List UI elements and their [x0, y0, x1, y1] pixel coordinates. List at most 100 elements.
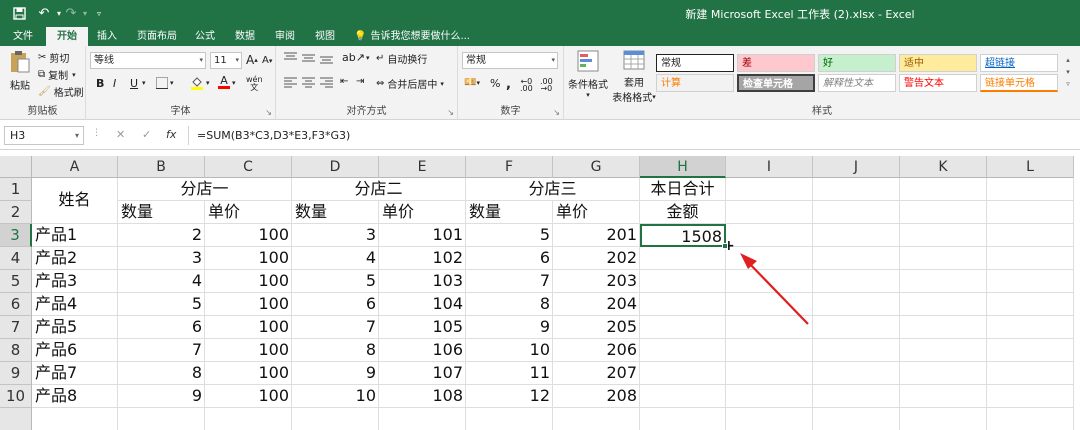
data-cell-h[interactable]: [640, 247, 726, 270]
cell[interactable]: [900, 362, 987, 385]
data-cell-e[interactable]: 101: [379, 224, 466, 247]
cell[interactable]: [640, 408, 726, 430]
tab-page-layout[interactable]: 页面布局: [132, 27, 182, 46]
tab-file[interactable]: 文件: [4, 27, 42, 46]
wrap-text-button[interactable]: ↵ 自动换行: [376, 51, 427, 66]
data-cell-f[interactable]: 12: [466, 385, 553, 408]
data-cell-e[interactable]: 103: [379, 270, 466, 293]
cell[interactable]: [553, 408, 640, 430]
data-cell-b[interactable]: 9: [118, 385, 205, 408]
data-cell-e[interactable]: 104: [379, 293, 466, 316]
column-header-e[interactable]: E: [379, 156, 466, 178]
data-cell-d[interactable]: 8: [292, 339, 379, 362]
tab-formulas[interactable]: 公式: [190, 27, 220, 46]
data-cell-g[interactable]: 208: [553, 385, 640, 408]
cell-style-8[interactable]: 警告文本: [899, 74, 977, 92]
cell[interactable]: [118, 408, 205, 430]
data-cell-d[interactable]: 5: [292, 270, 379, 293]
underline-button[interactable]: U: [130, 77, 138, 90]
data-cell-d[interactable]: 10: [292, 385, 379, 408]
data-cell-f[interactable]: 6: [466, 247, 553, 270]
customize-icon[interactable]: ▿: [90, 4, 108, 22]
data-cell-e[interactable]: 106: [379, 339, 466, 362]
data-cell-f[interactable]: 8: [466, 293, 553, 316]
header-store3-cell[interactable]: 分店三: [466, 178, 640, 201]
formula-input[interactable]: =SUM(B3*C3,D3*E3,F3*G3): [188, 126, 1076, 145]
product-name-cell[interactable]: 产品7: [32, 362, 118, 385]
cell-style-6[interactable]: 检查单元格: [737, 74, 815, 92]
cell-style-2[interactable]: 好: [818, 54, 896, 72]
cell[interactable]: [987, 316, 1074, 339]
cell[interactable]: [813, 408, 900, 430]
header-qty-cell[interactable]: 数量: [466, 201, 553, 224]
product-name-cell[interactable]: 产品3: [32, 270, 118, 293]
product-name-cell[interactable]: 产品1: [32, 224, 118, 247]
column-header-f[interactable]: F: [466, 156, 553, 178]
data-cell-f[interactable]: 9: [466, 316, 553, 339]
shrink-font-button[interactable]: A ▾: [262, 55, 272, 66]
cell[interactable]: [900, 339, 987, 362]
data-cell-g[interactable]: 203: [553, 270, 640, 293]
header-price-cell[interactable]: 单价: [205, 201, 292, 224]
cell[interactable]: [900, 270, 987, 293]
cell[interactable]: [987, 293, 1074, 316]
column-header-g[interactable]: G: [553, 156, 640, 178]
format-as-table-button[interactable]: 套用 表格格式 ▾: [612, 50, 656, 104]
cell[interactable]: [726, 408, 813, 430]
data-cell-g[interactable]: 201: [553, 224, 640, 247]
header-amount-cell[interactable]: 金额: [640, 201, 726, 224]
header-store2-cell[interactable]: 分店二: [292, 178, 466, 201]
header-qty-cell[interactable]: 数量: [118, 201, 205, 224]
cell[interactable]: [900, 293, 987, 316]
cell[interactable]: [726, 178, 813, 201]
cell[interactable]: [987, 408, 1074, 430]
data-cell-e[interactable]: 105: [379, 316, 466, 339]
data-cell-b[interactable]: 2: [118, 224, 205, 247]
align-left-button[interactable]: [284, 76, 297, 88]
data-cell-d[interactable]: 9: [292, 362, 379, 385]
column-header-j[interactable]: J: [813, 156, 900, 178]
row-header-9[interactable]: 9: [0, 362, 32, 385]
data-cell-g[interactable]: 205: [553, 316, 640, 339]
data-cell-c[interactable]: 100: [205, 385, 292, 408]
tab-home[interactable]: 开始: [46, 27, 88, 46]
data-cell-h[interactable]: [640, 316, 726, 339]
cell[interactable]: [987, 385, 1074, 408]
row-header-6[interactable]: 6: [0, 293, 32, 316]
data-cell-b[interactable]: 5: [118, 293, 205, 316]
selected-cell-h3[interactable]: 1508: [640, 224, 726, 247]
merge-center-button[interactable]: ⇔ 合并后居中 ▾: [376, 76, 444, 91]
currency-button[interactable]: 💴 ▾: [464, 77, 480, 88]
orientation-button[interactable]: ab↗ ▾: [342, 51, 369, 64]
font-color-button[interactable]: A ▾: [218, 75, 236, 89]
row-header-2[interactable]: 2: [0, 201, 32, 224]
cell[interactable]: [205, 408, 292, 430]
cell[interactable]: [987, 224, 1074, 247]
conditional-formatting-button[interactable]: 条件格式 ▾: [568, 50, 608, 99]
row-header-4[interactable]: 4: [0, 247, 32, 270]
cell[interactable]: [292, 408, 379, 430]
cell[interactable]: [987, 201, 1074, 224]
column-header-l[interactable]: L: [987, 156, 1074, 178]
dialog-launcher-icon[interactable]: ↘: [553, 108, 560, 117]
cell[interactable]: [813, 362, 900, 385]
enter-icon[interactable]: ✓: [142, 128, 151, 141]
data-cell-h[interactable]: [640, 362, 726, 385]
chevron-down-icon[interactable]: ▾: [142, 79, 146, 87]
styles-scroll-button[interactable]: ▴ ▾ ▿: [1063, 54, 1073, 92]
column-header-c[interactable]: C: [205, 156, 292, 178]
cell[interactable]: [813, 224, 900, 247]
phonetic-button[interactable]: wén 文: [246, 76, 263, 92]
data-cell-c[interactable]: 100: [205, 224, 292, 247]
data-cell-c[interactable]: 100: [205, 362, 292, 385]
align-right-button[interactable]: [320, 76, 333, 88]
align-bottom-button[interactable]: [320, 52, 333, 64]
fill-handle[interactable]: [722, 243, 728, 249]
cell[interactable]: [813, 385, 900, 408]
data-cell-d[interactable]: 3: [292, 224, 379, 247]
fill-color-button[interactable]: ▾: [190, 76, 210, 90]
cell[interactable]: [987, 178, 1074, 201]
cell-style-1[interactable]: 差: [737, 54, 815, 72]
dialog-launcher-icon[interactable]: ↘: [447, 108, 454, 117]
cell-style-9[interactable]: 链接单元格: [980, 74, 1058, 92]
